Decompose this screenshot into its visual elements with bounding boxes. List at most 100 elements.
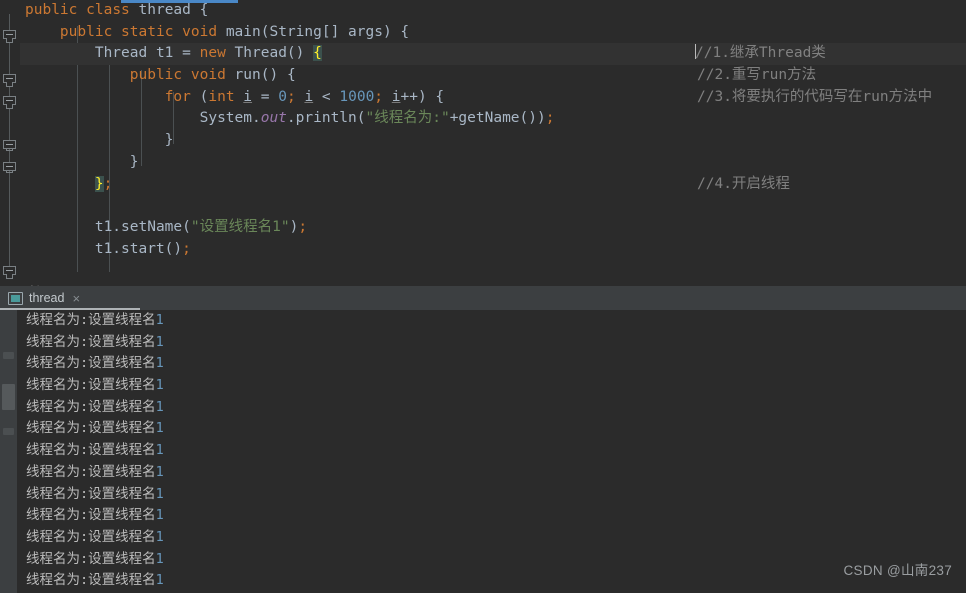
run-tab-thread[interactable]: thread × [4,287,86,309]
console-line-text: 线程名为:设置线程名 [26,485,156,502]
code-line[interactable]: t1.start(); [20,239,966,261]
token-keyword: class [86,2,130,18]
console-line-text: 线程名为:设置线程名 [26,333,156,350]
close-icon[interactable]: × [72,292,80,305]
console-output[interactable]: 线程名为:设置线程名1 线程名为:设置线程名1 线程名为:设置线程名1 线程名为:设置… [17,310,966,593]
side-comment-1: //1.继承Thread类 [695,44,826,62]
token-op: < [321,88,340,105]
console-line-text: 线程名为:设置线程名 [26,528,156,545]
console-line-text: 线程名为:设置线程名 [26,507,156,524]
console-output-line: 线程名为:设置线程名1 [17,570,966,592]
code-line[interactable]: for (int i = 0; i < 1000; i++) {//3.将要执行… [20,87,966,109]
token-incr: ++) { [400,88,445,105]
token-semicolon: ; [374,88,384,105]
fold-marker-for[interactable] [3,96,16,109]
token-semicolon: ; [286,88,296,105]
stop-icon[interactable] [2,384,15,410]
console-line-number: 1 [155,485,164,502]
console-line-text: 线程名为:设置线程名 [26,312,156,328]
console-line-text: 线程名为:设置线程名 [26,355,156,372]
console-window-icon [8,291,23,305]
side-comment-2: //2.重写run方法 [697,67,817,84]
fold-marker-main[interactable] [3,30,16,43]
token-loop-var: i [391,88,401,105]
watermark: CSDN @山南237 [843,563,952,578]
token-method-name: run [234,67,261,84]
trace-icon[interactable] [3,428,14,435]
fold-dash-icon [6,34,13,35]
token-loop-var: i [304,88,314,105]
console-output-line: 线程名为:设置线程名1 [17,310,966,332]
fold-dash-icon [6,100,13,101]
token-call: t1.setName( [94,218,191,235]
console-output-line: 线程名为:设置线程名1 [17,527,966,549]
token-keyword: void [190,67,226,84]
fold-marker-block-comment[interactable] [3,266,16,279]
token-parens: () { [260,67,296,84]
code-line[interactable]: } [20,152,966,174]
console-line-text: 线程名为:设置线程名 [26,398,156,415]
code-editor[interactable]: public class thread { public static void… [0,0,966,286]
code-line[interactable]: public void run() { //2.重写run方法 [20,65,966,87]
token-method-name: main [225,23,261,40]
side-comment-4: //4.开启线程 [697,175,790,192]
console-output-line: 线程名为:设置线程名1 [17,505,966,527]
console-output-line: 线程名为:设置线程名1 [17,375,966,397]
code-line[interactable]: public class thread { [20,0,966,22]
token-brace: } [164,132,174,149]
token-field-out: out [260,110,287,127]
fold-marker-run[interactable] [3,74,16,87]
code-line[interactable]: }; //4.开启线程 [20,174,966,196]
code-line[interactable]: System.out.println("线程名为:"+getName()); [20,108,966,130]
fold-marker-end-for[interactable] [3,140,16,153]
token-system: System. [199,110,261,127]
code-line[interactable]: public static void main(String[] args) { [20,22,966,44]
console-line-text: 线程名为:设置线程名 [26,377,156,394]
run-tool-window[interactable]: thread × 线程名为:设置线程名1 线程名为:设置线程名1 线程名为:设置线程… [0,286,966,593]
token-semicolon: ; [182,240,191,257]
console-line-number: 1 [155,333,164,350]
side-comment-3: //3.将要执行的代码写在run方法中 [697,88,933,105]
token-ctor: Thread() [225,45,314,62]
console-line-number: 1 [155,507,164,524]
token-string: "线程名为:" [365,110,450,127]
run-toolbar[interactable] [0,310,17,593]
console-line-number: 1 [155,572,164,589]
console-line-number: 1 [155,550,164,567]
code-line-blank[interactable] [20,195,966,217]
code-line[interactable]: } [20,130,966,152]
console-output-line: 线程名为:设置线程名1 [17,549,966,571]
console-output-line: 线程名为:设置线程名1 [17,462,966,484]
token-type: Thread t1 = [94,45,200,62]
fold-tip-icon [6,38,13,43]
token-keyword: public [25,2,78,18]
fold-marker-end-run[interactable] [3,162,16,175]
console-line-text: 线程名为:设置线程名 [26,572,156,589]
console-line-text: 线程名为:设置线程名 [26,420,156,437]
code-line[interactable]: t1.setName("设置线程名1"); [20,217,966,239]
editor-gutter[interactable] [0,0,20,286]
run-tab-label: thread [29,291,65,305]
code-line-blank[interactable] [20,260,966,282]
code-line-current[interactable]: Thread t1 = new Thread() {//1.继承Thread类 [20,43,966,66]
console-line-text: 线程名为:设置线程名 [26,442,156,459]
console-output-line: 线程名为:设置线程名1 [17,418,966,440]
console-line-text: 线程名为:设置线程名 [26,550,156,567]
token-println: .println( [286,110,366,127]
fold-tip-icon [6,82,13,87]
console-output-line: 线程名为:设置线程名1 [17,397,966,419]
console-line-number: 1 [155,420,164,437]
run-tab-bar[interactable]: thread × [0,286,966,310]
console-line-number: 1 [155,312,164,328]
token-call: t1.start() [94,240,183,257]
console-line-number: 1 [155,398,164,415]
token-class-name: thread [138,2,191,18]
code-content[interactable]: public class thread { public static void… [20,0,966,286]
fold-dash-icon [6,270,13,271]
rerun-icon[interactable] [3,352,14,359]
token-keyword: public [129,67,183,84]
fold-dash-icon [6,78,13,79]
ide-window: public class thread { public static void… [0,0,966,593]
console-window-icon-fill [11,294,20,302]
